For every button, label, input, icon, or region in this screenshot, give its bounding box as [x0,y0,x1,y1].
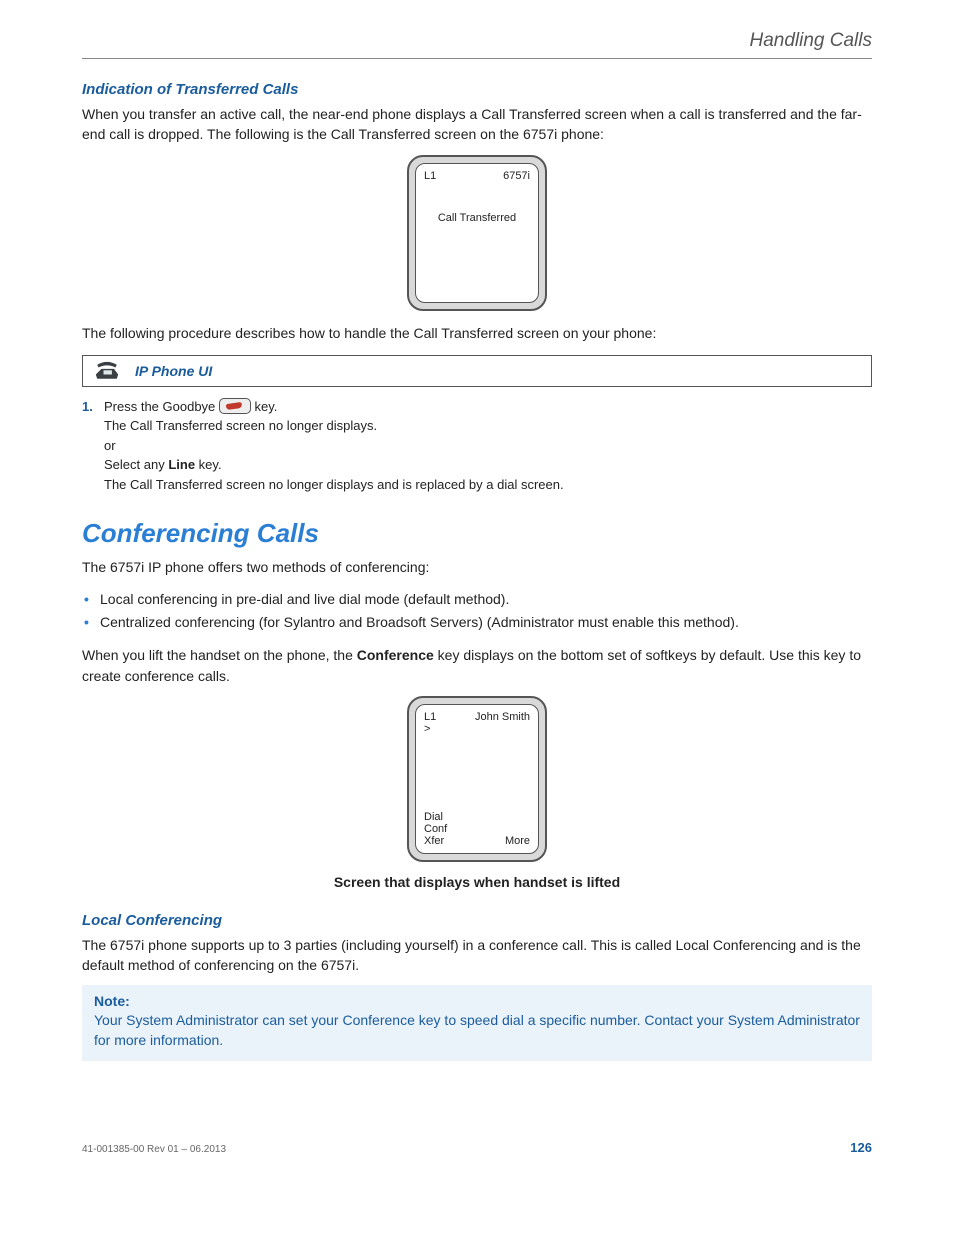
figure-caption: Screen that displays when handset is lif… [82,874,872,890]
phone-status-text: Call Transferred [424,212,530,224]
section-title-indication: Indication of Transferred Calls [82,81,872,98]
step-number: 1. [82,397,93,417]
paragraph: When you lift the handset on the phone, … [82,645,872,686]
paragraph: The 6757i phone supports up to 3 parties… [82,935,872,976]
paragraph: When you transfer an active call, the ne… [82,104,872,145]
phone-softkey-dial: Dial [424,811,530,823]
step-text: key. [195,457,222,472]
list-item: Local conferencing in pre-dial and live … [82,588,872,612]
paragraph: The 6757i IP phone offers two methods of… [82,557,872,577]
phone-model-label: 6757i [503,170,530,182]
phone-softkey-more: More [505,835,530,847]
phone-screen-call-transferred: L1 6757i Call Transferred [407,155,547,311]
step-text: or [104,438,116,453]
phone-line-label: L1 [424,170,436,182]
running-header: Handling Calls [82,30,872,52]
goodbye-key-icon [219,398,251,414]
phone-cursor: > [424,723,530,735]
bullet-list: Local conferencing in pre-dial and live … [82,588,872,636]
note-body: Your System Administrator can set your C… [94,1011,860,1050]
step-text-bold: Line [168,457,195,472]
step-text: Press the Goodbye [104,399,219,414]
step-text: The Call Transferred screen no longer di… [104,418,377,433]
phone-softkey-xfer: Xfer [424,835,444,847]
list-item: Centralized conferencing (for Sylantro a… [82,611,872,635]
ip-phone-ui-box: IP Phone UI [82,355,872,387]
ip-phone-ui-label: IP Phone UI [135,363,212,379]
paragraph: The following procedure describes how to… [82,323,872,343]
section-title-local-conferencing: Local Conferencing [82,912,872,929]
paragraph-bold: Conference [357,647,434,663]
footer-doc-id: 41-001385-00 Rev 01 – 06.2013 [82,1144,226,1155]
step-text: Select any [104,457,168,472]
page-number: 126 [850,1140,872,1155]
note-box: Note: Your System Administrator can set … [82,985,872,1060]
note-title: Note: [94,993,860,1009]
phone-line-label: L1 [424,711,436,723]
section-title-conferencing: Conferencing Calls [82,518,872,549]
desk-phone-icon [93,360,121,382]
step-text: key. [251,399,278,414]
phone-caller-name: John Smith [475,711,530,723]
paragraph-text: When you lift the handset on the phone, … [82,647,357,663]
phone-screen-dial: L1 John Smith > Dial Conf Xfer More [407,696,547,862]
step-1: 1. Press the Goodbye key. The Call Trans… [82,397,872,495]
phone-softkey-conf: Conf [424,823,530,835]
step-text: The Call Transferred screen no longer di… [104,477,564,492]
header-rule [82,58,872,59]
